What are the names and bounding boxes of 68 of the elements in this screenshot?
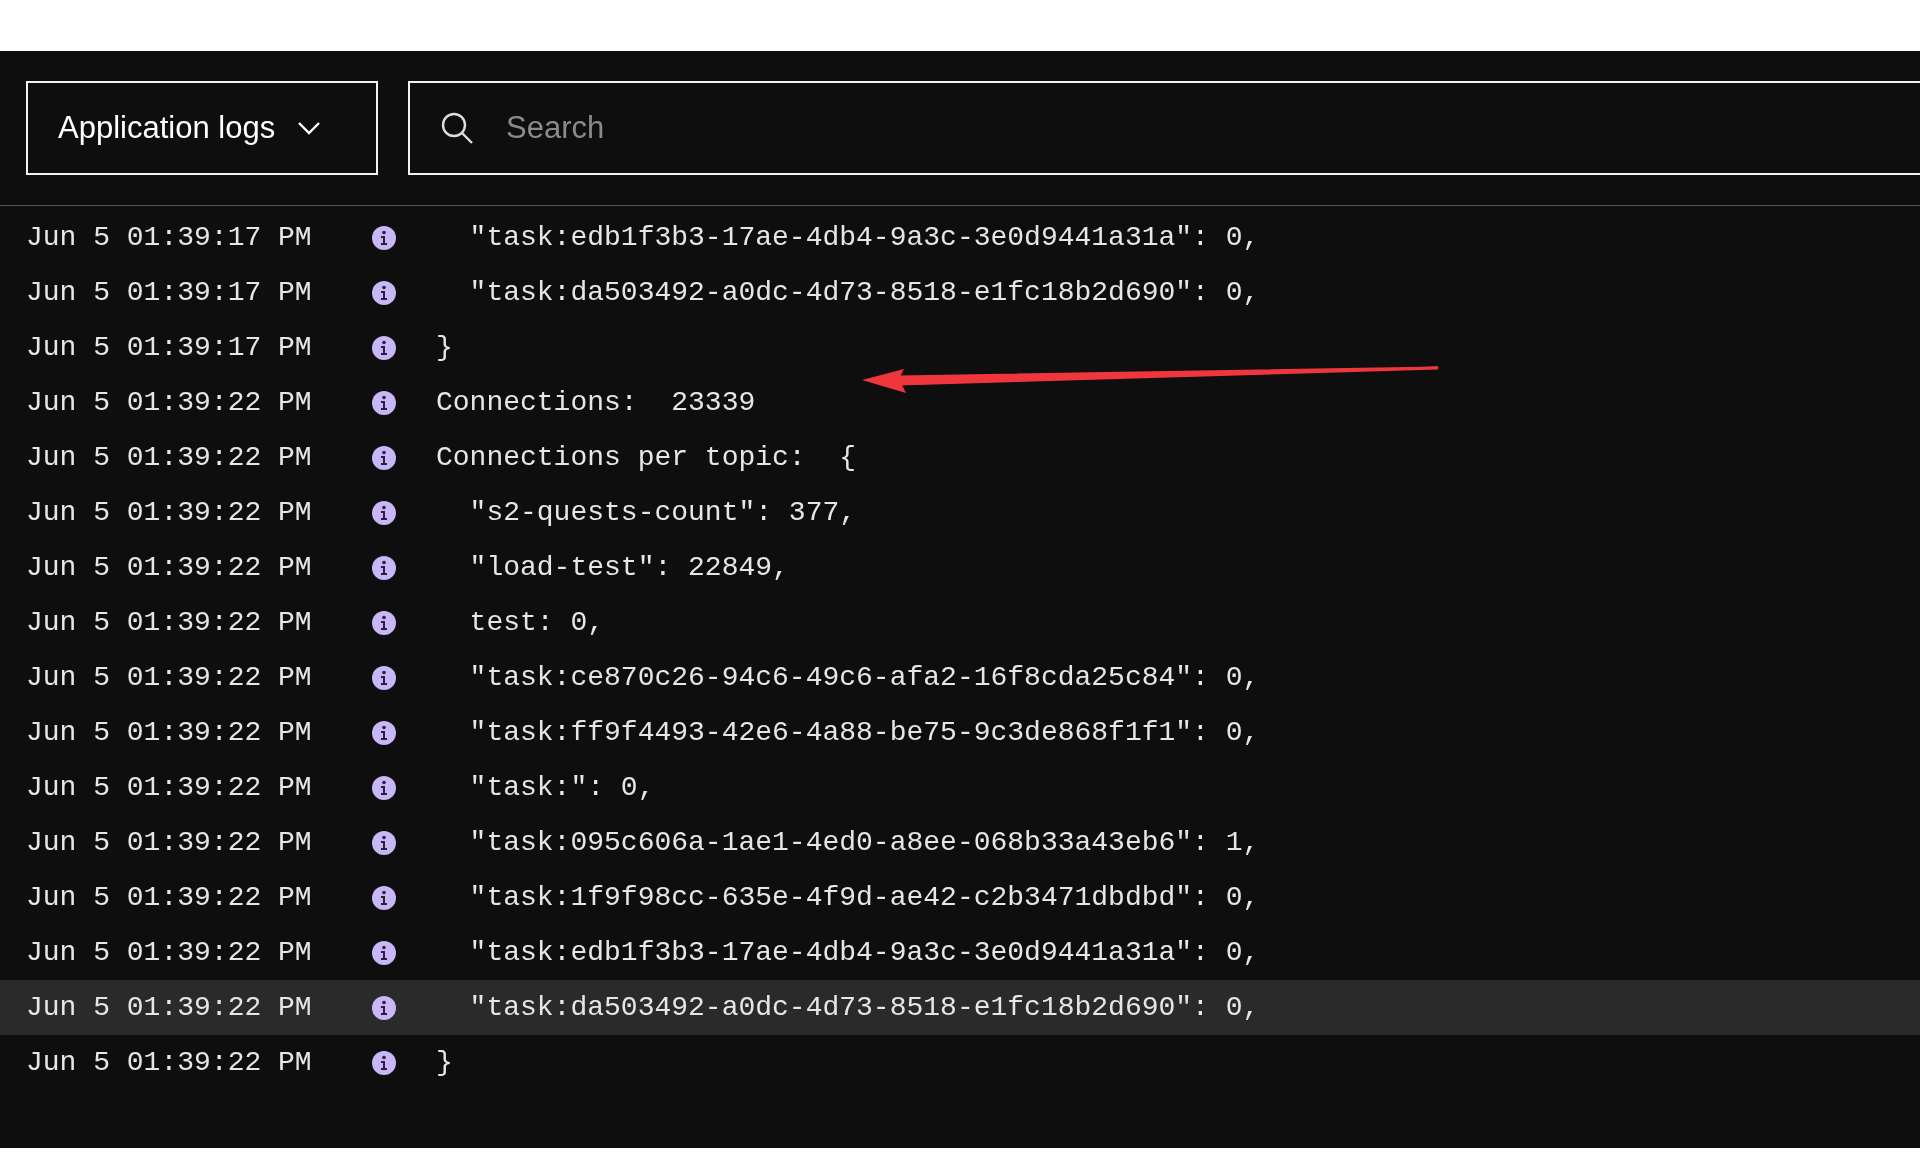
info-icon xyxy=(372,555,396,580)
log-message: "task:ce870c26-94c6-49c6-afa2-16f8cda25c84": 0, xyxy=(468,662,1260,693)
info-icon xyxy=(372,280,396,305)
log-row[interactable]: Jun 5 01:39:17 PM "task:da503492-a0dc-4d73-8518-e1fc18b2d690": 0, xyxy=(0,265,1920,320)
log-row[interactable]: Jun 5 01:39:22 PM Connections: 23339 xyxy=(0,375,1920,430)
search-field[interactable]: Search xyxy=(408,81,1920,175)
info-icon xyxy=(372,500,396,525)
log-row[interactable]: Jun 5 01:39:17 PM "task:edb1f3b3-17ae-4db4-9a3c-3e0d9441a31a": 0, xyxy=(0,210,1920,265)
log-timestamp: Jun 5 01:39:17 PM xyxy=(26,222,313,253)
log-row[interactable]: Jun 5 01:39:22 PM "task:da503492-a0dc-4d73-8518-e1fc18b2d690": 0, xyxy=(0,980,1920,1035)
log-timestamp: Jun 5 01:39:22 PM xyxy=(26,552,313,583)
log-message: "task:": 0, xyxy=(468,772,655,803)
log-timestamp: Jun 5 01:39:17 PM xyxy=(26,332,313,363)
log-row[interactable]: Jun 5 01:39:22 PM "task:": 0, xyxy=(0,760,1920,815)
log-timestamp: Jun 5 01:39:22 PM xyxy=(26,882,313,913)
log-row[interactable]: Jun 5 01:39:22 PM "task:edb1f3b3-17ae-4db4-9a3c-3e0d9441a31a": 0, xyxy=(0,925,1920,980)
log-row[interactable]: Jun 5 01:39:22 PM "load-test": 22849, xyxy=(0,540,1920,595)
log-message: "task:da503492-a0dc-4d73-8518-e1fc18b2d690": 0, xyxy=(468,992,1260,1023)
log-timestamp: Jun 5 01:39:22 PM xyxy=(26,772,313,803)
log-row[interactable]: Jun 5 01:39:22 PM "task:ff9f4493-42e6-4a88-be75-9c3de868f1f1": 0, xyxy=(0,705,1920,760)
log-row[interactable]: Jun 5 01:39:22 PM "s2-quests-count": 377, xyxy=(0,485,1920,540)
log-row[interactable]: Jun 5 01:39:17 PM } xyxy=(0,320,1920,375)
log-timestamp: Jun 5 01:39:17 PM xyxy=(26,277,313,308)
search-icon xyxy=(440,111,474,145)
info-icon xyxy=(372,995,396,1020)
log-timestamp: Jun 5 01:39:22 PM xyxy=(26,937,313,968)
info-icon xyxy=(372,830,396,855)
info-icon xyxy=(372,1050,396,1075)
log-row[interactable]: Jun 5 01:39:22 PM "task:095c606a-1ae1-4ed0-a8ee-068b33a43eb6": 1, xyxy=(0,815,1920,870)
log-message: "task:095c606a-1ae1-4ed0-a8ee-068b33a43eb6": 1, xyxy=(468,827,1260,858)
chevron-down-icon xyxy=(297,121,322,135)
source-dropdown[interactable]: Application logs xyxy=(26,81,378,175)
log-message: "task:da503492-a0dc-4d73-8518-e1fc18b2d690": 0, xyxy=(468,277,1260,308)
log-row[interactable]: Jun 5 01:39:22 PM test: 0, xyxy=(0,595,1920,650)
info-icon xyxy=(372,885,396,910)
info-icon xyxy=(372,445,396,470)
info-icon xyxy=(372,610,396,635)
info-icon xyxy=(372,390,396,415)
log-message: "task:edb1f3b3-17ae-4db4-9a3c-3e0d9441a31a": 0, xyxy=(468,937,1260,968)
log-timestamp: Jun 5 01:39:22 PM xyxy=(26,717,313,748)
log-message: "task:edb1f3b3-17ae-4db4-9a3c-3e0d9441a31a": 0, xyxy=(468,222,1260,253)
log-message: "task:1f9f98cc-635e-4f9d-ae42-c2b3471dbdbd": 0, xyxy=(468,882,1260,913)
info-icon xyxy=(372,940,396,965)
log-timestamp: Jun 5 01:39:22 PM xyxy=(26,992,313,1023)
log-row[interactable]: Jun 5 01:39:22 PM "task:ce870c26-94c6-49c6-afa2-16f8cda25c84": 0, xyxy=(0,650,1920,705)
info-icon xyxy=(372,665,396,690)
log-timestamp: Jun 5 01:39:22 PM xyxy=(26,497,313,528)
log-message: Connections: 23339 xyxy=(436,387,756,418)
log-row[interactable]: Jun 5 01:39:22 PM "task:1f9f98cc-635e-4f9d-ae42-c2b3471dbdbd": 0, xyxy=(0,870,1920,925)
log-timestamp: Jun 5 01:39:22 PM xyxy=(26,442,313,473)
log-timestamp: Jun 5 01:39:22 PM xyxy=(26,827,313,858)
log-timestamp: Jun 5 01:39:22 PM xyxy=(26,387,313,418)
log-timestamp: Jun 5 01:39:22 PM xyxy=(26,662,313,693)
log-row[interactable]: Jun 5 01:39:22 PM Connections per topic: { xyxy=(0,430,1920,485)
log-message: "load-test": 22849, xyxy=(468,552,789,583)
log-timestamp: Jun 5 01:39:22 PM xyxy=(26,607,313,638)
info-icon xyxy=(372,335,396,360)
info-icon xyxy=(372,775,396,800)
log-message: } xyxy=(436,332,453,363)
log-message: } xyxy=(436,1047,453,1078)
info-icon xyxy=(372,720,396,745)
log-message: Connections per topic: { xyxy=(436,442,857,473)
log-message: test: 0, xyxy=(468,607,605,638)
log-row[interactable]: Jun 5 01:39:22 PM } xyxy=(0,1035,1920,1090)
log-message: "task:ff9f4493-42e6-4a88-be75-9c3de868f1f1": 0, xyxy=(468,717,1260,748)
info-icon xyxy=(372,225,396,250)
log-message: "s2-quests-count": 377, xyxy=(468,497,857,528)
log-timestamp: Jun 5 01:39:22 PM xyxy=(26,1047,313,1078)
